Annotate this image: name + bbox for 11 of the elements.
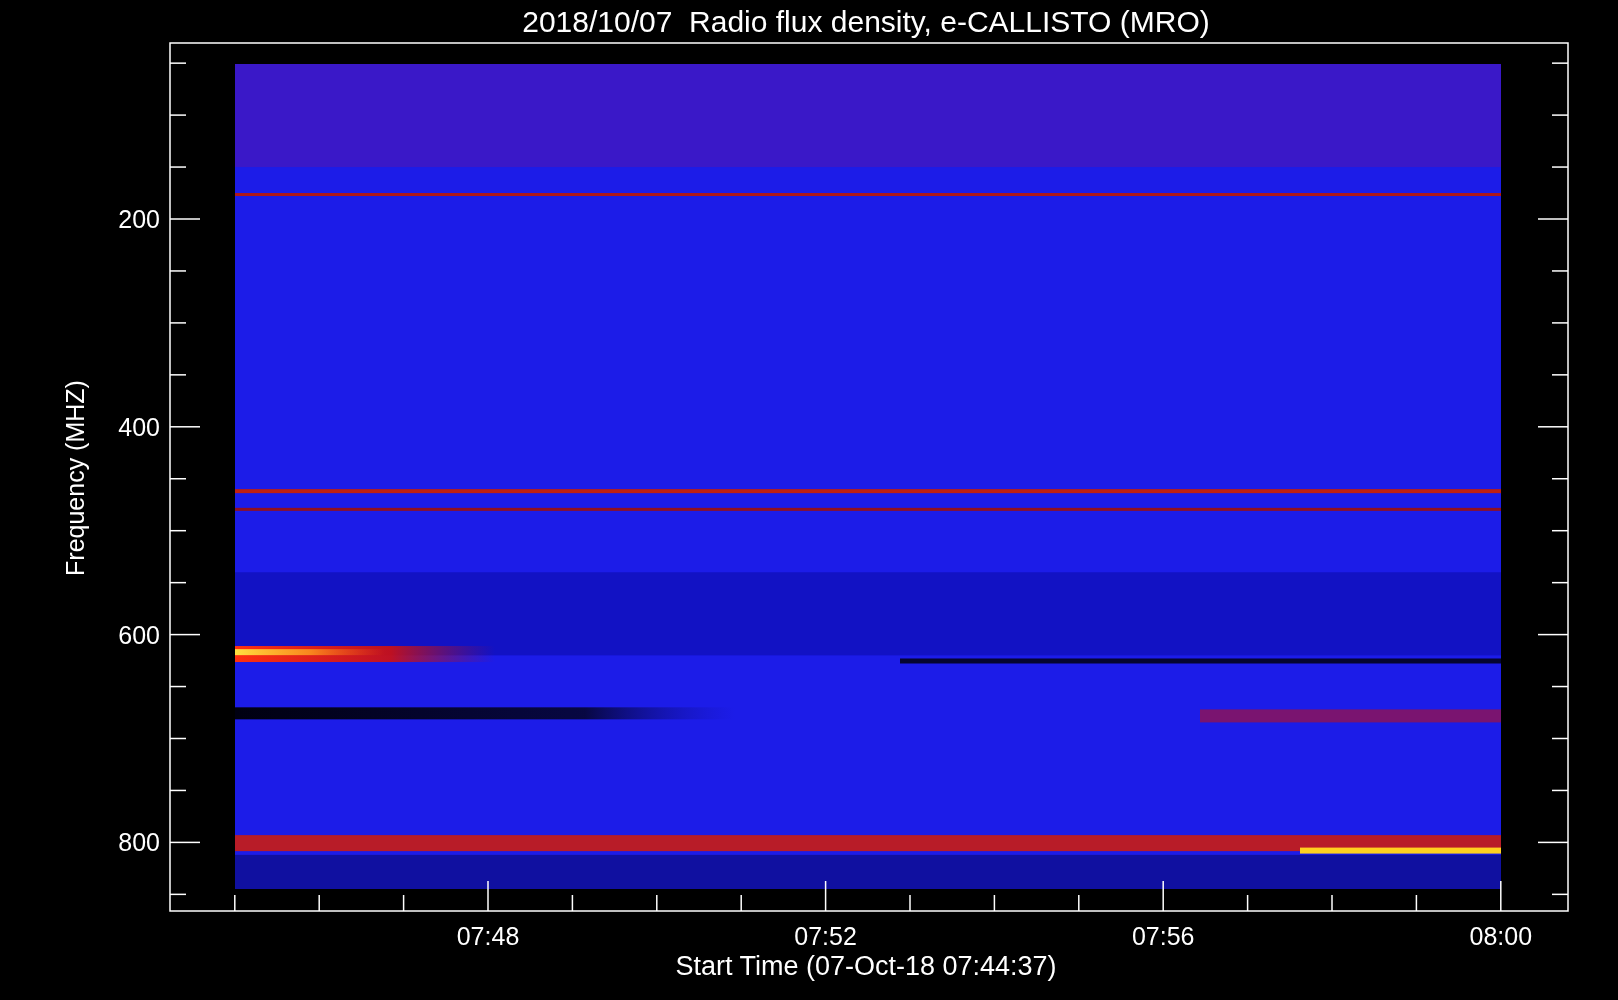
x-tick-label: 07:56 [1131, 922, 1195, 950]
x-tick-label: 07:52 [794, 922, 857, 950]
y-tick-label: 200 [118, 205, 160, 233]
y-tick-label: 600 [118, 620, 160, 649]
x-axis-label: Start Time (07-Oct-18 07:44:37) [675, 951, 1057, 981]
x-tick-label: 07:48 [456, 922, 520, 950]
x-tick-label: 08:00 [1469, 922, 1533, 950]
y-tick-label: 800 [118, 828, 160, 857]
y-axis-label: Frequency (MHZ) [61, 380, 89, 576]
chart-title: 2018/10/07 Radio flux density, e-CALLISTO (MRO) [522, 5, 1210, 38]
y-tick-label: 400 [118, 412, 160, 441]
